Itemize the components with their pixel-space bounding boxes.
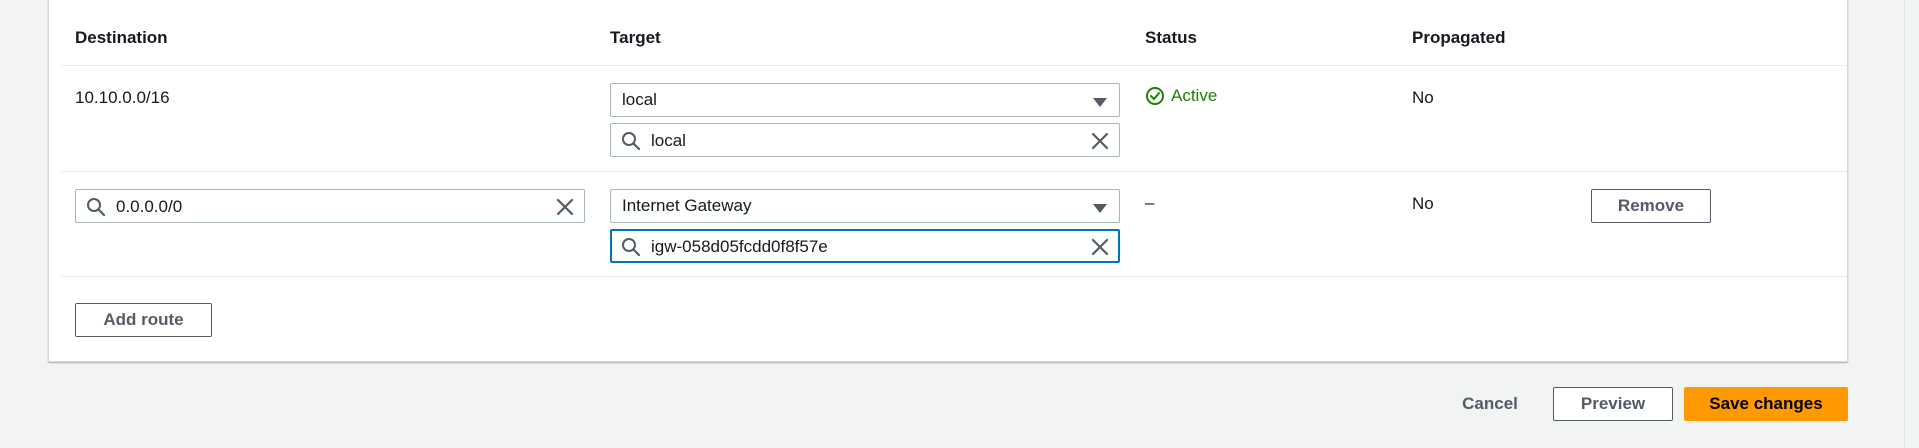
target-search-value: igw-058d05fcdd0f8f57e [651,237,828,256]
add-route-button[interactable]: Add route [75,303,212,337]
header-target: Target [610,28,661,47]
destination-search-value: 0.0.0.0/0 [116,197,183,216]
header-propagated: Propagated [1412,28,1506,47]
cancel-button[interactable]: Cancel [1450,387,1530,421]
clear-icon[interactable] [556,198,574,216]
status-text: Active [1171,86,1218,105]
caret-down-icon [1093,204,1107,213]
clear-icon[interactable] [1091,132,1109,150]
route-status-2: – [1145,193,1155,212]
status-badge: Active [1145,86,1217,106]
header-destination: Destination [75,28,168,47]
search-icon [622,132,641,151]
destination-search-input-2[interactable]: 0.0.0.0/0 [75,189,585,223]
save-changes-button[interactable]: Save changes [1684,387,1848,421]
remove-route-button[interactable]: Remove [1591,189,1711,223]
route-destination-1: 10.10.0.0/16 [75,88,170,107]
check-circle-icon [1146,87,1164,105]
header-status: Status [1145,28,1197,47]
target-search-value: local [651,131,686,150]
target-search-input-2[interactable]: igw-058d05fcdd0f8f57e [610,229,1120,263]
target-type-select-2[interactable]: Internet Gateway [610,189,1120,223]
scrollbar-track[interactable] [1904,0,1919,448]
target-search-input-1[interactable]: local [610,123,1120,157]
target-type-select-value: Internet Gateway [622,196,752,215]
target-type-select-1[interactable]: local [610,83,1120,117]
row-divider [61,65,1847,66]
row-divider [61,276,1847,277]
route-propagated-2: No [1412,194,1434,213]
target-type-select-value: local [622,90,657,109]
row-divider [61,171,1847,172]
search-icon [622,238,641,257]
route-propagated-1: No [1412,88,1434,107]
clear-icon[interactable] [1091,238,1109,256]
preview-button[interactable]: Preview [1553,387,1673,421]
caret-down-icon [1093,98,1107,107]
route-table-panel: Destination Target Status Propagated 10.… [48,0,1848,362]
search-icon [87,198,106,217]
